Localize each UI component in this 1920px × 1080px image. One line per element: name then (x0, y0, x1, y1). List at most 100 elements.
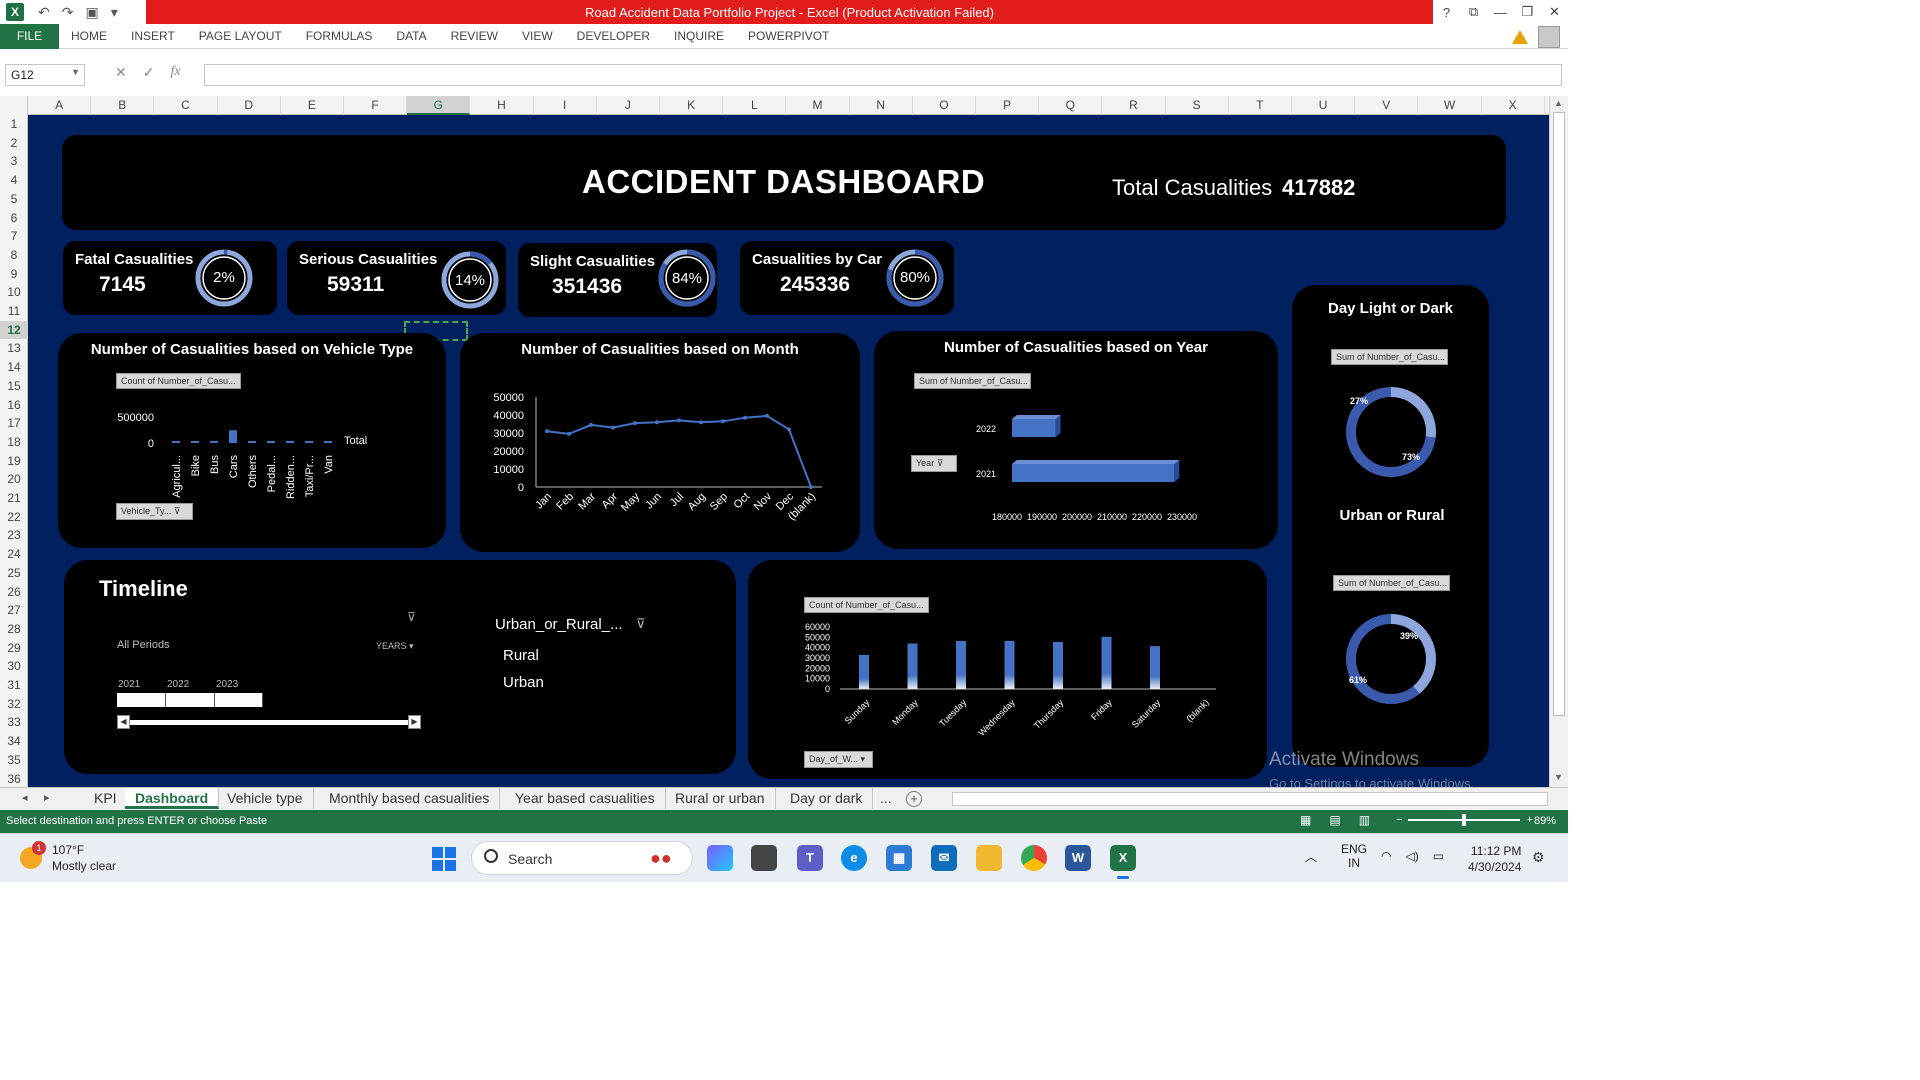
row-header[interactable]: 15 (0, 377, 28, 396)
column-header[interactable]: R (1102, 96, 1166, 115)
row-header[interactable]: 7 (0, 227, 28, 246)
row-header[interactable]: 18 (0, 433, 28, 452)
chrome-icon[interactable] (1021, 845, 1047, 871)
row-header[interactable]: 16 (0, 396, 28, 415)
zoom-slider[interactable] (1408, 814, 1521, 826)
column-header[interactable]: I (534, 96, 597, 115)
undo-icon[interactable]: ↶ (38, 4, 50, 21)
language-secondary[interactable]: IN (1341, 856, 1367, 870)
row-header[interactable]: 31 (0, 676, 28, 695)
column-header[interactable]: J (597, 96, 660, 115)
zoom-out-icon[interactable]: − (1396, 814, 1402, 826)
zoom-slider-thumb[interactable] (1462, 814, 1467, 826)
cancel-icon[interactable]: ✕ (115, 64, 127, 81)
column-header[interactable]: F (344, 96, 408, 115)
row-header[interactable]: 27 (0, 601, 28, 620)
page-break-view-icon[interactable]: ▥ (1359, 813, 1370, 827)
row-header[interactable]: 25 (0, 564, 28, 583)
dashboard-header[interactable]: ACCIDENT DASHBOARD Total Casualities 417… (62, 135, 1506, 230)
sheet-tab-monthly[interactable]: Monthly based casualities (319, 788, 501, 809)
row-header[interactable]: 17 (0, 414, 28, 433)
page-layout-view-icon[interactable]: ▤ (1329, 813, 1340, 827)
scroll-left-icon[interactable]: ◀ (117, 715, 130, 729)
kpi-slight[interactable]: Slight Casualities 351436 84% (518, 243, 717, 317)
wifi-icon[interactable]: ◠ (1381, 849, 1391, 863)
vertical-scroll-thumb[interactable] (1553, 112, 1565, 716)
weekday-filter-button[interactable]: Day_of_W... ▾ (804, 751, 873, 768)
tab-home[interactable]: HOME (59, 29, 119, 43)
store-icon[interactable]: ▦ (886, 845, 912, 871)
select-all-corner[interactable] (0, 96, 28, 115)
slicer-item-rural[interactable]: Rural (503, 647, 539, 664)
row-header[interactable]: 28 (0, 620, 28, 639)
sheet-tab-more[interactable]: ... (876, 788, 896, 809)
column-header[interactable]: E (281, 96, 344, 115)
timeline-bar-2022[interactable] (166, 693, 215, 707)
tab-formulas[interactable]: FORMULAS (294, 29, 385, 43)
column-header[interactable]: L (723, 96, 787, 115)
add-sheet-icon[interactable]: + (906, 791, 922, 807)
save-icon[interactable]: ▣ (85, 4, 98, 21)
excel-icon[interactable]: X (1110, 845, 1136, 879)
close-icon[interactable]: ✕ (1541, 4, 1568, 20)
tab-review[interactable]: REVIEW (439, 29, 510, 43)
row-header[interactable]: 1 (0, 115, 28, 134)
column-header[interactable]: H (470, 96, 534, 115)
battery-icon[interactable]: ▭ (1433, 849, 1444, 863)
column-header[interactable]: P (976, 96, 1040, 115)
restore-icon[interactable]: ❐ (1514, 4, 1541, 20)
weekday-panel[interactable]: Count of Number_of_Casu... 60000 50000 400… (748, 560, 1267, 779)
formula-input[interactable] (204, 64, 1562, 86)
sheet-tab-kpi[interactable]: KPI (84, 788, 128, 809)
row-header[interactable]: 8 (0, 246, 28, 265)
column-header[interactable]: U (1292, 96, 1356, 115)
kpi-serious[interactable]: Serious Casualities 59311 14% (287, 241, 506, 315)
column-header[interactable]: S (1166, 96, 1229, 115)
day-urban-panel[interactable]: Day Light or Dark Sum of Number_of_Casu.… (1292, 285, 1489, 767)
minimize-icon[interactable]: — (1487, 5, 1514, 20)
column-header[interactable]: Q (1039, 96, 1103, 115)
mail-icon[interactable]: ✉ (931, 845, 957, 871)
file-explorer-icon[interactable] (976, 845, 1002, 871)
scroll-up-icon[interactable]: ▲ (1554, 98, 1563, 108)
column-header[interactable]: A (28, 96, 92, 115)
column-header[interactable]: G (407, 96, 471, 115)
sheet-tab-rural-urban[interactable]: Rural or urban (665, 788, 776, 809)
customize-qat-icon[interactable]: ▾ (111, 4, 118, 21)
chevron-down-icon[interactable]: ▼ (71, 67, 80, 77)
timeline-scroll-track[interactable] (130, 720, 408, 725)
day-field-button[interactable]: Sum of Number_of_Casu... (1331, 349, 1448, 365)
language-primary[interactable]: ENG (1341, 842, 1367, 856)
row-header[interactable]: 22 (0, 508, 28, 527)
sheet-tab-year[interactable]: Year based casualities (505, 788, 666, 809)
row-header[interactable]: 12 (0, 320, 28, 340)
task-view-icon[interactable] (751, 845, 777, 871)
timeline-bar-2021[interactable] (117, 693, 166, 707)
scroll-down-icon[interactable]: ▼ (1554, 772, 1563, 782)
clear-filter-icon[interactable]: ⊽ (407, 610, 416, 624)
timeline-bar-2023[interactable] (215, 693, 263, 707)
row-header[interactable]: 3 (0, 152, 28, 171)
column-header[interactable]: W (1418, 96, 1482, 115)
help-icon[interactable]: ? (1433, 5, 1460, 20)
urban-field-button[interactable]: Sum of Number_of_Casu... (1333, 575, 1450, 591)
slicer-item-urban[interactable]: Urban (503, 674, 544, 691)
warning-icon[interactable] (1512, 29, 1528, 44)
tab-insert[interactable]: INSERT (119, 29, 187, 43)
slicer-clear-filter-icon[interactable]: ⊽ (636, 616, 646, 632)
word-icon[interactable]: W (1065, 845, 1091, 871)
month-panel[interactable]: Number of Casualities based on Month 500… (460, 333, 860, 552)
vehicle-filter-button[interactable]: Vehicle_Ty... ⊽ (116, 503, 193, 520)
teams-icon[interactable]: T (797, 845, 823, 871)
row-header[interactable]: 23 (0, 526, 28, 545)
column-header[interactable]: D (218, 96, 281, 115)
normal-view-icon[interactable]: ▦ (1300, 813, 1311, 827)
insert-function-icon[interactable]: fx (170, 64, 180, 81)
sheet-nav-right-icon[interactable]: ▸ (44, 791, 50, 804)
row-header[interactable]: 2 (0, 134, 28, 153)
sheet-tab-dashboard[interactable]: Dashboard (125, 788, 220, 809)
row-header[interactable]: 34 (0, 732, 28, 751)
row-header[interactable]: 36 (0, 770, 28, 789)
row-header[interactable]: 11 (0, 302, 28, 321)
kpi-fatal[interactable]: Fatal Casualities 7145 2% (63, 241, 277, 315)
